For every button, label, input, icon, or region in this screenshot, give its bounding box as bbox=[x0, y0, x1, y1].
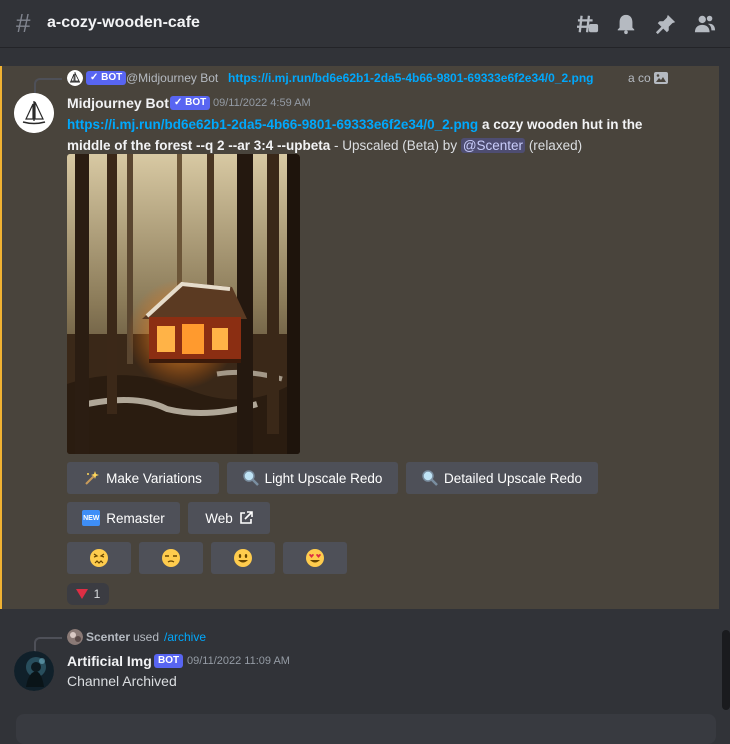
light-upscale-label: Light Upscale Redo bbox=[264, 470, 383, 486]
author-name-2[interactable]: Artificial Img bbox=[67, 653, 152, 669]
image-link[interactable]: https://i.mj.run/bd6e62b1-2da5-4b66-9801… bbox=[67, 117, 478, 132]
rating-confounded-button[interactable] bbox=[67, 542, 131, 574]
light-upscale-redo-button[interactable]: Light Upscale Redo bbox=[227, 462, 398, 494]
channel-header: # a-cozy-wooden-cafe bbox=[0, 0, 730, 48]
make-variations-button[interactable]: Make Variations bbox=[67, 462, 219, 494]
make-variations-label: Make Variations bbox=[106, 470, 202, 486]
unamused-face-icon bbox=[162, 549, 180, 567]
author-name[interactable]: Midjourney Bot bbox=[67, 95, 169, 111]
rating-smiley-button[interactable] bbox=[211, 542, 275, 574]
smiley-face-icon bbox=[234, 549, 252, 567]
reply-used: used bbox=[133, 630, 160, 644]
hash-icon: # bbox=[16, 8, 31, 38]
web-label: Web bbox=[205, 510, 233, 526]
avatar-midjourney[interactable] bbox=[14, 93, 54, 133]
remaster-label: Remaster bbox=[106, 510, 165, 526]
rating-heart-eyes-button[interactable] bbox=[283, 542, 347, 574]
generated-image[interactable] bbox=[67, 154, 300, 454]
reaction-pill[interactable]: 1 bbox=[67, 583, 109, 605]
reply-avatar-scenter[interactable] bbox=[67, 629, 83, 645]
pin-icon[interactable] bbox=[655, 13, 677, 35]
heart-eyes-face-icon bbox=[306, 549, 324, 567]
reply-command[interactable]: /archive bbox=[164, 630, 206, 644]
avatar-artificial-img[interactable] bbox=[14, 651, 54, 691]
reply-user[interactable]: Scenter bbox=[86, 630, 130, 644]
image-icon bbox=[654, 72, 668, 84]
reply-avatar[interactable] bbox=[67, 70, 83, 86]
message-content: https://i.mj.run/bd6e62b1-2da5-4b66-9801… bbox=[67, 114, 687, 156]
magnifier-icon bbox=[422, 470, 438, 486]
members-icon[interactable] bbox=[694, 13, 716, 35]
rating-unamused-button[interactable] bbox=[139, 542, 203, 574]
remaster-button[interactable]: NEW Remaster bbox=[67, 502, 180, 534]
reply-link[interactable]: https://i.mj.run/bd6e62b1-2da5-4b66-9801… bbox=[228, 71, 594, 85]
web-link-button[interactable]: Web bbox=[188, 502, 270, 534]
bot-tag-2: BOT bbox=[154, 654, 184, 668]
reaction-count: 1 bbox=[93, 587, 101, 601]
threads-icon[interactable] bbox=[577, 13, 599, 35]
channel-name: a-cozy-wooden-cafe bbox=[47, 14, 200, 31]
detailed-upscale-label: Detailed Upscale Redo bbox=[443, 470, 583, 486]
reply-trail: a co bbox=[628, 71, 651, 85]
detailed-upscale-redo-button[interactable]: Detailed Upscale Redo bbox=[406, 462, 598, 494]
reply-connector bbox=[34, 78, 62, 94]
bot-tag: ✓ BOT bbox=[170, 96, 211, 110]
timestamp-2: 09/11/2022 11:09 AM bbox=[187, 655, 290, 667]
confounded-face-icon bbox=[90, 549, 108, 567]
reply-bot-tag: ✓ BOT bbox=[86, 71, 127, 85]
bell-icon[interactable] bbox=[615, 13, 637, 35]
status-text: (relaxed) bbox=[525, 138, 583, 153]
message-content-2: Channel Archived bbox=[67, 673, 177, 689]
new-badge-icon: NEW bbox=[82, 510, 101, 526]
timestamp: 09/11/2022 4:59 AM bbox=[213, 97, 311, 109]
user-mention[interactable]: @Scenter bbox=[460, 138, 526, 153]
magnifier-icon bbox=[242, 470, 259, 486]
sparkles-icon bbox=[85, 471, 100, 485]
external-link-icon bbox=[239, 511, 253, 524]
scrollbar[interactable] bbox=[722, 630, 730, 710]
upscale-suffix: - Upscaled (Beta) by bbox=[330, 138, 461, 153]
reply-author[interactable]: @Midjourney Bot bbox=[126, 71, 218, 85]
message-input[interactable] bbox=[16, 714, 716, 744]
red-triangle-icon bbox=[75, 589, 88, 599]
